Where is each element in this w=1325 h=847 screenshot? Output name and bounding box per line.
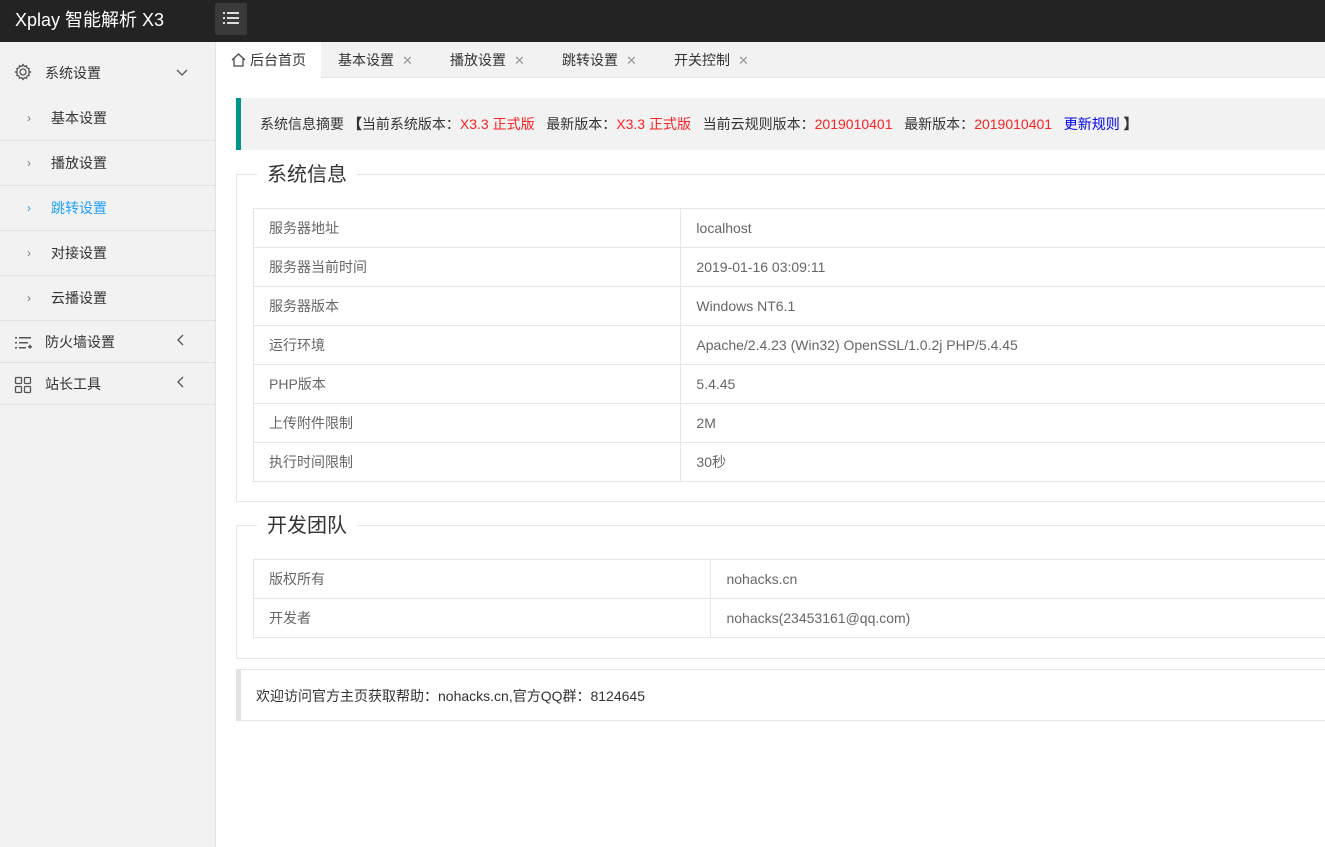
close-icon[interactable]: ✕ <box>402 53 413 68</box>
sidebar-item-basic-settings[interactable]: › 基本设置 <box>0 96 215 141</box>
table-row: 开发者 nohacks(23453161@qq.com) <box>252 598 1325 638</box>
summary-close-bracket: 】 <box>1123 116 1138 132</box>
table-row: 运行环境 Apache/2.4.23 (Win32) OpenSSL/1.0.2… <box>252 325 1325 365</box>
table-row: 版权所有 nohacks.cn <box>252 559 1325 599</box>
close-icon[interactable]: ✕ <box>514 53 525 68</box>
chevron-right-icon: › <box>27 201 31 215</box>
sidebar-group-webmaster-tools[interactable]: 站长工具 <box>0 363 215 405</box>
copyright-link[interactable]: nohacks.cn <box>710 559 1325 599</box>
info-key: 服务器当前时间 <box>252 247 682 287</box>
help-note: 欢迎访问官方主页获取帮助：nohacks.cn,官方QQ群：8124645 <box>236 669 1325 721</box>
dev-team-table: 版权所有 nohacks.cn 开发者 nohacks(23453161@qq.… <box>252 559 1325 638</box>
sidebar-item-label: 基本设置 <box>51 110 107 126</box>
info-value: 30秒 <box>680 442 1325 482</box>
table-row: 服务器当前时间 2019-01-16 03:09:11 <box>252 247 1325 287</box>
sidebar-item-docking-settings[interactable]: › 对接设置 <box>0 231 215 276</box>
latest-rule-value: 2019010401 <box>974 116 1053 132</box>
chevron-right-icon: › <box>27 291 31 305</box>
section-title: 系统信息 <box>257 161 357 189</box>
table-row: 服务器版本 Windows NT6.1 <box>252 286 1325 326</box>
info-key: 服务器地址 <box>252 208 682 248</box>
current-rule-label: 当前云规则版本： <box>702 116 815 132</box>
latest-version-label: 最新版本： <box>546 116 617 132</box>
close-icon[interactable]: ✕ <box>738 53 749 68</box>
info-key: 执行时间限制 <box>252 442 682 482</box>
summary-open-bracket: 【 <box>347 116 362 132</box>
dev-team-section: 开发团队 版权所有 nohacks.cn 开发者 nohacks(2345316… <box>236 512 1325 659</box>
top-bar: Xplay 智能解析 X3 <box>0 0 1325 42</box>
tab-label: 后台首页 <box>250 52 306 68</box>
sidebar-item-redirect-settings[interactable]: › 跳转设置 <box>0 186 215 231</box>
info-key: 版权所有 <box>252 559 712 599</box>
app-title: Xplay 智能解析 X3 <box>15 10 165 30</box>
chevron-left-icon <box>176 363 184 405</box>
info-key: PHP版本 <box>252 364 682 404</box>
tab-home[interactable]: 后台首页 <box>216 42 321 79</box>
info-value: 2019-01-16 03:09:11 <box>680 247 1325 287</box>
sidebar-item-label: 云播设置 <box>51 290 107 306</box>
tab-label: 跳转设置 <box>562 52 618 68</box>
chevron-left-icon <box>176 321 184 363</box>
sidebar-item-label: 跳转设置 <box>51 200 107 216</box>
tab-switch-control[interactable]: 开关控制 ✕ <box>674 42 749 78</box>
tab-redirect-settings[interactable]: 跳转设置 ✕ <box>562 42 637 78</box>
sidebar-item-label: 播放设置 <box>51 155 107 171</box>
menu-icon <box>223 12 239 24</box>
sidebar-group-system-settings[interactable]: 系统设置 <box>0 42 215 96</box>
info-value: localhost <box>680 208 1325 248</box>
table-row: 服务器地址 localhost <box>252 208 1325 248</box>
update-rules-link[interactable]: 更新规则 <box>1064 116 1120 132</box>
chevron-right-icon: › <box>27 246 31 260</box>
sidebar-item-play-settings[interactable]: › 播放设置 <box>0 141 215 186</box>
info-value: 5.4.45 <box>680 364 1325 404</box>
chevron-right-icon: › <box>27 111 31 125</box>
info-value: nohacks(23453161@qq.com) <box>710 598 1325 638</box>
sidebar-item-cloud-play-settings[interactable]: › 云播设置 <box>0 276 215 321</box>
sidebar-item-label: 对接设置 <box>51 245 107 261</box>
home-icon <box>231 53 246 67</box>
current-version-value: X3.3 正式版 <box>459 116 535 132</box>
latest-version-value: X3.3 正式版 <box>616 116 691 132</box>
gear-icon <box>14 63 32 81</box>
tab-basic-settings[interactable]: 基本设置 ✕ <box>338 42 413 78</box>
system-summary-banner: 系统信息摘要 【当前系统版本：X3.3 正式版 最新版本：X3.3 正式版 当前… <box>236 98 1325 150</box>
tab-bar: 后台首页 基本设置 ✕ 播放设置 ✕ 跳转设置 ✕ 开关控制 ✕ <box>216 42 1325 79</box>
sidebar: 系统设置 › 基本设置 › 播放设置 › 跳转设置 › 对接设置 › 云播设置 <box>0 42 216 847</box>
list-icon <box>15 337 32 349</box>
system-info-section: 系统信息 服务器地址 localhost 服务器当前时间 2019-01-16 … <box>236 161 1325 502</box>
section-title: 开发团队 <box>257 512 357 540</box>
sidebar-group-label: 系统设置 <box>45 65 101 81</box>
system-info-table: 服务器地址 localhost 服务器当前时间 2019-01-16 03:09… <box>252 208 1325 482</box>
tab-play-settings[interactable]: 播放设置 ✕ <box>450 42 525 78</box>
table-row: 执行时间限制 30秒 <box>252 442 1325 482</box>
sidebar-group-firewall-settings[interactable]: 防火墙设置 <box>0 321 215 363</box>
info-value: 2M <box>680 403 1325 443</box>
close-icon[interactable]: ✕ <box>626 53 637 68</box>
info-value: Apache/2.4.23 (Win32) OpenSSL/1.0.2j PHP… <box>680 325 1325 365</box>
chevron-right-icon: › <box>27 156 31 170</box>
current-version-label: 当前系统版本： <box>361 116 460 132</box>
info-key: 开发者 <box>252 598 712 638</box>
sidebar-group-label: 站长工具 <box>45 376 101 392</box>
current-rule-value: 2019010401 <box>814 116 893 132</box>
info-key: 服务器版本 <box>252 286 682 326</box>
info-key: 运行环境 <box>252 325 682 365</box>
grid-icon <box>14 376 32 394</box>
table-row: 上传附件限制 2M <box>252 403 1325 443</box>
tab-label: 开关控制 <box>674 52 730 68</box>
sidebar-group-label: 防火墙设置 <box>45 334 115 350</box>
latest-rule-label: 最新版本： <box>904 116 975 132</box>
tab-label: 播放设置 <box>450 52 506 68</box>
summary-prefix: 系统信息摘要 <box>260 116 344 132</box>
chevron-down-icon <box>176 42 188 104</box>
menu-toggle-button[interactable] <box>215 3 247 35</box>
table-row: PHP版本 5.4.45 <box>252 364 1325 404</box>
tab-label: 基本设置 <box>338 52 394 68</box>
info-key: 上传附件限制 <box>252 403 682 443</box>
info-value: Windows NT6.1 <box>680 286 1325 326</box>
